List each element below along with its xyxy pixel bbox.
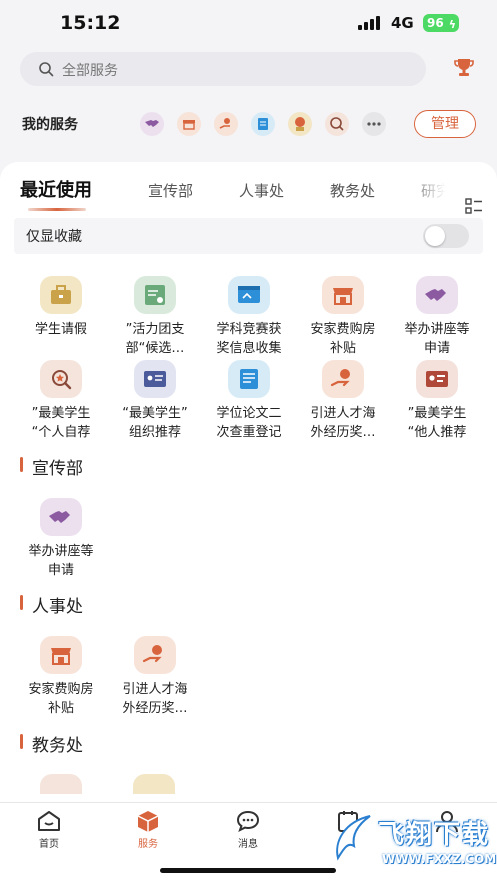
service-label: 举办讲座等 申请 xyxy=(28,544,94,578)
watermark-title: 飞翔下载 xyxy=(378,820,491,850)
watermark-bird-icon xyxy=(336,815,371,861)
toggle-knob xyxy=(425,226,445,246)
partial-service-icon xyxy=(40,774,82,794)
battery-level: 96 xyxy=(427,16,444,30)
service-label: 安家费购房 补贴 xyxy=(28,682,94,716)
trophy-icon[interactable] xyxy=(452,56,476,80)
briefcase-icon xyxy=(40,276,82,314)
charging-icon: ϟ xyxy=(448,18,456,31)
service-item[interactable]: 安家费购房 补贴 xyxy=(297,276,389,358)
service-item[interactable]: 学生请假 xyxy=(15,276,107,339)
service-item[interactable]: 引进人才海 外经历奖… xyxy=(297,360,389,442)
home-indicator xyxy=(160,868,336,873)
certificate-icon xyxy=(134,276,176,314)
service-item[interactable]: 引进人才海 外经历奖… xyxy=(109,636,201,718)
manage-button[interactable]: 管理 xyxy=(414,110,476,138)
active-tab-indicator xyxy=(28,208,86,211)
favorites-only-toggle[interactable] xyxy=(423,224,469,248)
service-label: 学科竞赛获 奖信息收集 xyxy=(216,322,282,356)
service-item[interactable]: 学位论文二 次查重登记 xyxy=(203,360,295,442)
service-label: “最美学生” 组织推荐 xyxy=(122,406,188,440)
section-title-text: 宣传部 xyxy=(32,459,83,479)
service-item[interactable]: 举办讲座等 申请 xyxy=(391,276,483,358)
nav-label: 首页 xyxy=(39,839,59,850)
tab-academic-affairs[interactable]: 教务处 xyxy=(330,180,375,201)
handshake-icon xyxy=(416,276,458,314)
category-grid-icon[interactable] xyxy=(465,198,483,214)
service-item[interactable]: ”最美学生 “个人自荐 xyxy=(15,360,107,442)
nav-label: 服务 xyxy=(138,839,158,850)
category-tabs: 最近使用 宣传部 人事处 教务处 研究 xyxy=(0,176,497,218)
status-time: 15:12 xyxy=(60,12,121,34)
service-item[interactable]: 安家费购房 补贴 xyxy=(15,636,107,718)
tab-recent[interactable]: 最近使用 xyxy=(20,176,92,202)
section-title-text: 教务处 xyxy=(32,736,83,756)
handshake-icon xyxy=(40,498,82,536)
chat-icon xyxy=(236,810,260,832)
signal-icon xyxy=(358,16,384,30)
nav-services[interactable]: 服务 xyxy=(118,809,178,850)
tab-personnel[interactable]: 人事处 xyxy=(239,180,284,201)
cube-icon xyxy=(137,811,159,832)
storefront-icon[interactable] xyxy=(177,112,201,136)
service-label: 引进人才海 外经历奖… xyxy=(122,682,188,716)
search-star-icon xyxy=(40,360,82,398)
hand-coin-icon xyxy=(322,360,364,398)
medal-icon[interactable] xyxy=(288,112,312,136)
search-bar[interactable]: 全部服务 xyxy=(20,52,426,86)
section-title-text: 人事处 xyxy=(32,597,83,617)
service-label: ”最美学生 “他人推荐 xyxy=(407,406,467,440)
service-item[interactable]: 学科竞赛获 奖信息收集 xyxy=(203,276,295,358)
favorites-filter-row: 仅显收藏 xyxy=(14,218,483,254)
search-star-icon[interactable] xyxy=(325,112,349,136)
watermark-url: WWW.FXXZ.COM xyxy=(382,852,497,866)
battery-indicator: 96 ϟ xyxy=(423,14,459,32)
nav-home[interactable]: 首页 xyxy=(19,809,79,850)
contact-card-icon xyxy=(416,360,458,398)
hand-coin-icon xyxy=(134,636,176,674)
search-icon xyxy=(39,62,54,77)
nav-messages[interactable]: 消息 xyxy=(218,809,278,850)
section-title-personnel: 人事处 xyxy=(20,592,83,617)
home-icon xyxy=(38,811,60,831)
handshake-icon[interactable] xyxy=(140,112,164,136)
hand-coin-icon[interactable] xyxy=(214,112,238,136)
service-label: 学位论文二 次查重登记 xyxy=(216,406,282,440)
tab-fade xyxy=(404,176,464,216)
scroll-icon xyxy=(228,360,270,398)
certificate-icon[interactable] xyxy=(251,112,275,136)
my-services-bar: 我的服务 管理 xyxy=(0,96,497,152)
storefront-icon xyxy=(322,276,364,314)
services-panel: 最近使用 宣传部 人事处 教务处 研究 仅显收藏 学生请假 ”活力团支 部“候选…… xyxy=(0,162,497,802)
id-card-icon xyxy=(134,360,176,398)
service-label: 安家费购房 补贴 xyxy=(310,322,376,356)
service-label: 引进人才海 外经历奖… xyxy=(310,406,376,440)
service-label: ”活力团支 部“候选… xyxy=(125,322,185,356)
partial-service-icon xyxy=(133,774,175,794)
section-title-academic-affairs: 教务处 xyxy=(20,731,83,756)
status-bar: 15:12 4G 96 ϟ xyxy=(0,0,497,46)
favorites-only-label: 仅显收藏 xyxy=(26,229,82,245)
tab-publicity[interactable]: 宣传部 xyxy=(148,180,193,201)
watermark-logo: 飞翔下载 WWW.FXXZ.COM xyxy=(330,808,496,876)
more-icon[interactable] xyxy=(362,112,386,136)
service-item[interactable]: “最美学生” 组织推荐 xyxy=(109,360,201,442)
service-label: ”最美学生 “个人自荐 xyxy=(31,406,91,440)
network-type: 4G xyxy=(391,14,414,32)
service-item[interactable]: ”活力团支 部“候选… xyxy=(109,276,201,358)
service-item[interactable]: ”最美学生 “他人推荐 xyxy=(391,360,483,442)
storefront-icon xyxy=(40,636,82,674)
nav-label: 消息 xyxy=(238,839,258,850)
service-label: 举办讲座等 申请 xyxy=(404,322,470,356)
my-services-label: 我的服务 xyxy=(22,117,78,133)
service-label: 学生请假 xyxy=(34,322,87,337)
browser-icon xyxy=(228,276,270,314)
service-item[interactable]: 举办讲座等 申请 xyxy=(15,498,107,580)
search-placeholder: 全部服务 xyxy=(62,63,118,79)
section-title-publicity: 宣传部 xyxy=(20,454,83,479)
